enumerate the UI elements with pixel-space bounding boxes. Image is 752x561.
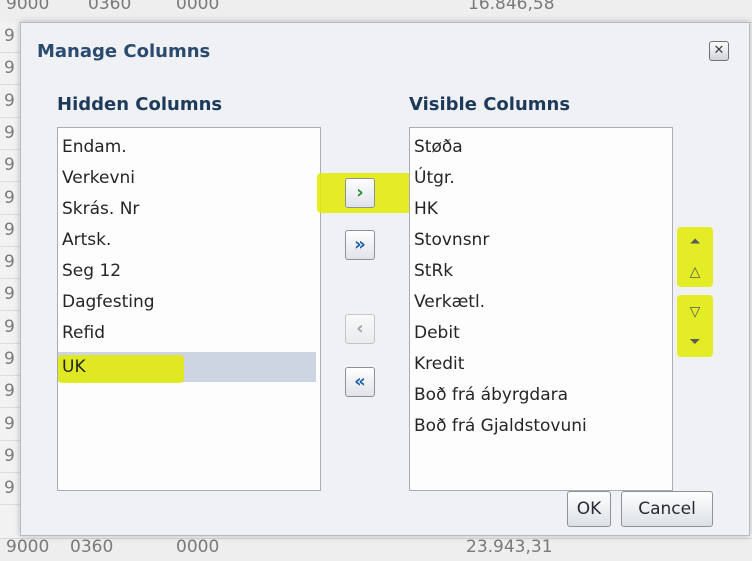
table-cell: 9 [4,445,15,466]
table-cell: 9000 [6,0,50,14]
table-cell: 9 [4,26,15,46]
move-right-button[interactable]: › [345,178,375,208]
close-icon[interactable]: ✕ [709,41,729,61]
visible-columns-heading: Visible Columns [409,94,571,115]
background-table-top-row: 9000 0360 0000 16.846,58 [0,0,752,23]
move-down-icon[interactable]: ▽ [683,301,707,323]
move-all-right-button[interactable]: » [345,230,375,260]
move-all-left-button[interactable]: « [345,367,375,397]
list-item[interactable]: Stovnsnr [414,225,489,255]
list-item[interactable]: Útgr. [414,163,455,193]
table-cell: 9 [4,122,15,143]
table-cell: 9 [4,252,15,273]
list-item[interactable]: Dagfesting [62,287,316,317]
list-item[interactable]: Kredit [414,349,464,379]
list-item[interactable]: Endam. [62,132,316,162]
table-cell: 9 [4,187,15,208]
move-to-top-icon[interactable]: ⏶ [683,231,707,253]
table-cell: 0360 [88,0,132,14]
list-item[interactable]: Seg 12 [62,256,316,286]
ok-button[interactable]: OK [567,491,611,527]
list-item[interactable]: Verkevni [62,163,316,193]
list-item[interactable]: Boð frá ábyrgdara [414,380,568,410]
move-up-icon[interactable]: △ [683,261,707,283]
table-cell: 9 [4,381,15,402]
list-item-selected[interactable]: UK [58,352,316,383]
table-cell: 0360 [70,537,114,557]
table-cell: 9 [4,90,15,111]
table-cell: 9 [4,349,15,369]
move-to-bottom-icon[interactable]: ⏷ [683,331,707,353]
list-item[interactable]: Skrás. Nr [62,194,316,224]
list-item[interactable]: Debit [414,318,460,348]
dialog-title: Manage Columns [37,41,211,62]
cancel-button[interactable]: Cancel [621,491,713,527]
hidden-columns-list[interactable]: Endam. Verkevni Skrás. Nr Artsk. Seg 12 … [57,127,321,491]
table-cell: 9 [4,155,15,176]
table-cell: 0000 [176,0,220,14]
table-cell: 16.846,58 [468,0,555,14]
table-cell: 23.943,31 [466,537,553,557]
list-item[interactable]: Boð frá Gjaldstovuni [414,411,587,441]
table-cell: 9 [4,413,15,434]
move-left-button[interactable]: ‹ [345,314,375,344]
list-item-label: UK [62,357,86,377]
table-cell: 9 [4,284,15,305]
background-table-bottom-row: 9000 0360 0000 23.943,31 [0,537,752,561]
table-cell: 9000 [6,537,50,557]
table-cell: 9 [4,219,15,240]
manage-columns-dialog: Manage Columns ✕ Hidden Columns Visible … [20,22,750,536]
list-item[interactable]: HK [414,194,438,224]
list-item[interactable]: StRk [414,256,453,286]
visible-columns-list[interactable]: Støða Útgr. HK Stovnsnr StRk Verkætl. De… [409,127,673,491]
list-item[interactable]: Refid [62,318,316,348]
table-cell: 9 [4,316,15,337]
list-item[interactable]: Verkætl. [414,287,485,317]
list-item[interactable]: Artsk. [62,225,316,255]
table-cell: 9 [4,58,15,79]
hidden-columns-heading: Hidden Columns [57,94,223,115]
table-cell: 9 [4,478,15,499]
list-item[interactable]: Støða [414,132,463,162]
table-cell: 0000 [176,537,220,557]
